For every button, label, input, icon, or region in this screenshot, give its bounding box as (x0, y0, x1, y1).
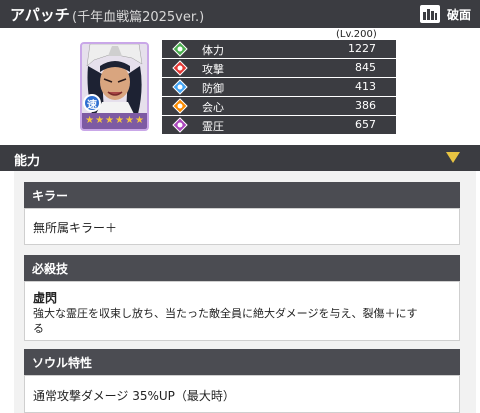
ability-section-title: 能力 (14, 154, 41, 169)
stat-row: 防御 413 (162, 78, 396, 96)
star-icon: ★ (115, 115, 124, 126)
critical-icon (172, 98, 188, 114)
city-icon (420, 5, 440, 23)
stat-row: 霊圧 657 (162, 116, 396, 134)
stat-value: 845 (355, 61, 376, 74)
star-icon: ★ (105, 115, 114, 126)
character-variant: (千年血戦篇2025ver.) (72, 10, 205, 25)
stat-name: 攻撃 (202, 63, 224, 76)
star-icon: ★ (85, 115, 95, 126)
soul-trait-text: 通常攻撃ダメージ 35%UP（最大時） (33, 389, 235, 403)
stat-row: 会心 386 (162, 97, 396, 115)
special-move-header: 必殺技 (24, 255, 460, 281)
stat-value: 1227 (348, 42, 376, 55)
spirit-pressure-icon (172, 117, 188, 133)
level-label: (Lv.200) (336, 29, 377, 40)
stat-value: 413 (355, 80, 376, 93)
soul-trait-body: 通常攻撃ダメージ 35%UP（最大時） (24, 375, 460, 413)
title-bar: アパッチ (千年血戦篇2025ver.) 破面 (0, 0, 480, 28)
character-name: アパッチ (10, 6, 70, 24)
stat-value: 657 (355, 118, 376, 131)
star-icon: ★ (95, 115, 105, 126)
star-rating: ★ ★ ★ ★ ★ ★ (82, 113, 147, 129)
special-move-body: 虚閃 強大な霊圧を収束し放ち、当たった敵全員に絶大ダメージを与え、裂傷＋にす る (24, 281, 460, 341)
stat-name: 霊圧 (202, 120, 224, 133)
ability-section-header[interactable]: 能力 (0, 145, 480, 171)
collapse-arrow-icon[interactable] (446, 152, 460, 163)
stat-name: 会心 (202, 101, 224, 114)
stat-name: 体力 (202, 44, 224, 57)
character-portrait[interactable]: 速 ★ ★ ★ ★ ★ ★ (80, 42, 149, 131)
arrancar-button[interactable]: 破面 (420, 3, 476, 25)
killer-header: キラー (24, 182, 460, 208)
health-icon (172, 41, 188, 57)
killer-title: キラー (32, 189, 69, 203)
stat-row: 攻撃 845 (162, 59, 396, 77)
stat-name: 防御 (202, 82, 224, 95)
special-move-name: 虚閃 (33, 291, 58, 305)
killer-body: 無所属キラー＋ (24, 208, 460, 245)
speed-attribute-badge: 速 (83, 94, 101, 112)
special-move-title: 必殺技 (32, 262, 69, 276)
stat-row: 体力 1227 (162, 40, 396, 58)
killer-text: 無所属キラー＋ (33, 221, 118, 235)
arrancar-label: 破面 (447, 7, 472, 22)
special-move-desc-line2: る (33, 322, 44, 335)
soul-trait-header: ソウル特性 (24, 349, 460, 375)
star-icon: ★ (124, 115, 134, 126)
soul-trait-title: ソウル特性 (32, 356, 93, 370)
stat-value: 386 (355, 99, 376, 112)
star-icon: ★ (134, 115, 144, 126)
special-move-desc-line1: 強大な霊圧を収束し放ち、当たった敵全員に絶大ダメージを与え、裂傷＋にす (33, 307, 418, 320)
defense-icon (172, 79, 188, 95)
attack-icon (172, 60, 188, 76)
